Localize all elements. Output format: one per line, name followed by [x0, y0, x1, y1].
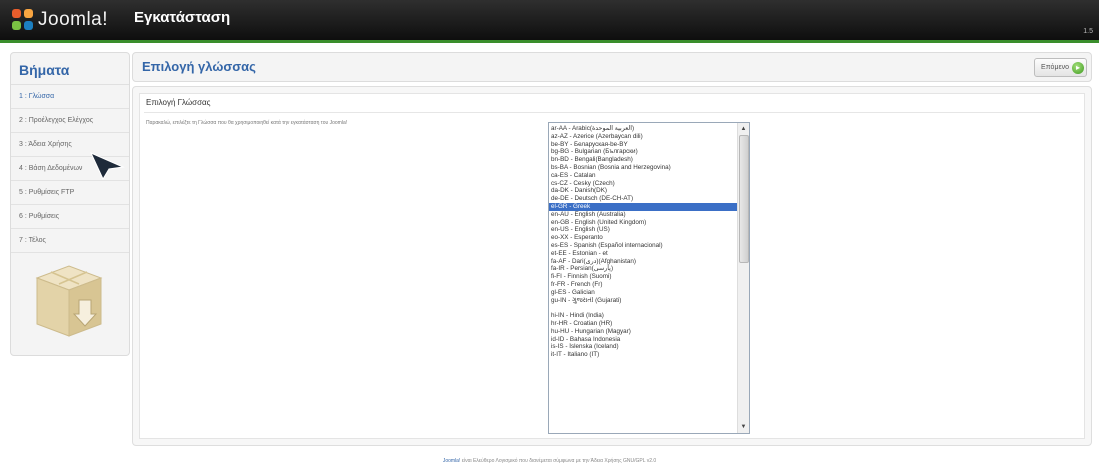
- page-title: Επιλογή γλώσσας: [142, 59, 256, 74]
- header-bar: Joomla! Εγκατάσταση 1.5: [0, 0, 1099, 43]
- next-button-label: Επόμενο: [1041, 64, 1069, 71]
- language-option[interactable]: bg-BG - Bulgarian (Български): [549, 148, 737, 156]
- sidebar-step: 5 : Ρυθμίσεις FTP: [11, 181, 129, 205]
- language-option[interactable]: da-DK - Danish(DK): [549, 187, 737, 195]
- joomla-logo: Joomla!: [12, 6, 108, 34]
- language-option[interactable]: hr-HR - Croatian (HR): [549, 320, 737, 328]
- footer-text: είναι Ελεύθερο Λογισμικό που διανέμεται …: [460, 458, 657, 464]
- language-option[interactable]: fi-FI - Finnish (Suomi): [549, 273, 737, 281]
- language-option[interactable]: ar-AA - Arabic(العربية الموحدة): [549, 125, 737, 133]
- joomla-logo-icon: [12, 9, 34, 31]
- language-option[interactable]: de-DE - Deutsch (DE-CH-AT): [549, 195, 737, 203]
- sidebar-step: 2 : Προέλεγχος Ελέγχος: [11, 109, 129, 133]
- language-option[interactable]: [549, 304, 737, 312]
- language-option[interactable]: eo-XX - Esperanto: [549, 234, 737, 242]
- language-section: Επιλογή Γλώσσας Παρακαλώ, επιλέξτε τη Γλ…: [139, 93, 1085, 439]
- listbox-scrollbar[interactable]: ▲ ▼: [737, 123, 749, 433]
- language-option[interactable]: ca-ES - Catalan: [549, 172, 737, 180]
- footer-joomla-link[interactable]: Joomla!: [443, 458, 461, 464]
- language-option[interactable]: be-BY - Беларуская-be-BY: [549, 141, 737, 149]
- language-option[interactable]: is-IS - Íslenska (Iceland): [549, 343, 737, 351]
- sidebar-step: 6 : Ρυθμίσεις: [11, 205, 129, 229]
- language-options: ar-AA - Arabic(العربية الموحدة) az-AZ - A…: [549, 123, 737, 359]
- language-option[interactable]: az-AZ - Azerice (Azerbaycan dili): [549, 133, 737, 141]
- instructions-text: Παρακαλώ, επιλέξτε τη Γλώσσα που θα χρησ…: [146, 120, 348, 126]
- language-option[interactable]: it-IT - Italiano (IT): [549, 351, 737, 359]
- language-option[interactable]: fr-FR - French (Fr): [549, 281, 737, 289]
- section-title: Επιλογή Γλώσσας: [146, 98, 211, 107]
- language-option[interactable]: hu-HU - Hungarian (Magyar): [549, 328, 737, 336]
- language-option[interactable]: en-AU - English (Australia): [549, 211, 737, 219]
- language-option[interactable]: en-GB - English (United Kingdom): [549, 219, 737, 227]
- language-option[interactable]: bs-BA - Bosnian (Bosnia and Herzegovina): [549, 164, 737, 172]
- scroll-down-icon[interactable]: ▼: [738, 422, 749, 432]
- version-label: 1.5: [1083, 28, 1093, 35]
- content-panel: Επιλογή Γλώσσας Παρακαλώ, επιλέξτε τη Γλ…: [132, 86, 1092, 446]
- language-option[interactable]: bn-BD - Bengali(Bangladesh): [549, 156, 737, 164]
- steps-sidebar: Βήματα 1 : Γλώσσα 2 : Προέλεγχος Ελέγχος 3…: [10, 52, 130, 356]
- language-option[interactable]: fa-IR - Persian(پارسی): [549, 265, 737, 273]
- language-option[interactable]: gu-IN - ગુજરાતી (Gujarati): [549, 297, 737, 305]
- sidebar-step: 7 : Τέλος: [11, 229, 129, 253]
- language-option[interactable]: et-EE - Estonian - et: [549, 250, 737, 258]
- language-option[interactable]: es-ES - Spanish (Español internacional): [549, 242, 737, 250]
- install-box-icon: [35, 265, 103, 337]
- mouse-pointer-icon: [89, 152, 125, 181]
- title-bar: Επιλογή γλώσσας Επόμενο ▸: [132, 52, 1092, 82]
- language-option[interactable]: en-US - English (US): [549, 226, 737, 234]
- language-option[interactable]: fa-AF - Dari(دری)(Afghanistan): [549, 258, 737, 266]
- arrow-right-icon: ▸: [1072, 61, 1084, 74]
- sidebar-step: 1 : Γλώσσα: [11, 85, 129, 109]
- footer: Joomla! είναι Ελεύθερο Λογισμικό που δια…: [0, 458, 1099, 464]
- language-listbox[interactable]: ar-AA - Arabic(العربية الموحدة) az-AZ - A…: [548, 122, 750, 434]
- language-option[interactable]: cs-CZ - Česky (Czech): [549, 180, 737, 188]
- scrollbar-thumb[interactable]: [739, 135, 749, 263]
- language-option[interactable]: id-ID - Bahasa Indonesia: [549, 336, 737, 344]
- logo-text: Joomla!: [38, 9, 109, 30]
- sidebar-heading: Βήματα: [11, 53, 129, 85]
- section-divider: [144, 112, 1080, 113]
- language-option[interactable]: el-GR - Greek: [549, 202, 737, 211]
- page-header-title: Εγκατάσταση: [134, 9, 231, 26]
- language-option[interactable]: hi-IN - Hindi (India): [549, 312, 737, 320]
- scroll-up-icon[interactable]: ▲: [738, 124, 749, 134]
- next-button[interactable]: Επόμενο ▸: [1034, 58, 1087, 77]
- language-option[interactable]: gl-ES - Galician: [549, 289, 737, 297]
